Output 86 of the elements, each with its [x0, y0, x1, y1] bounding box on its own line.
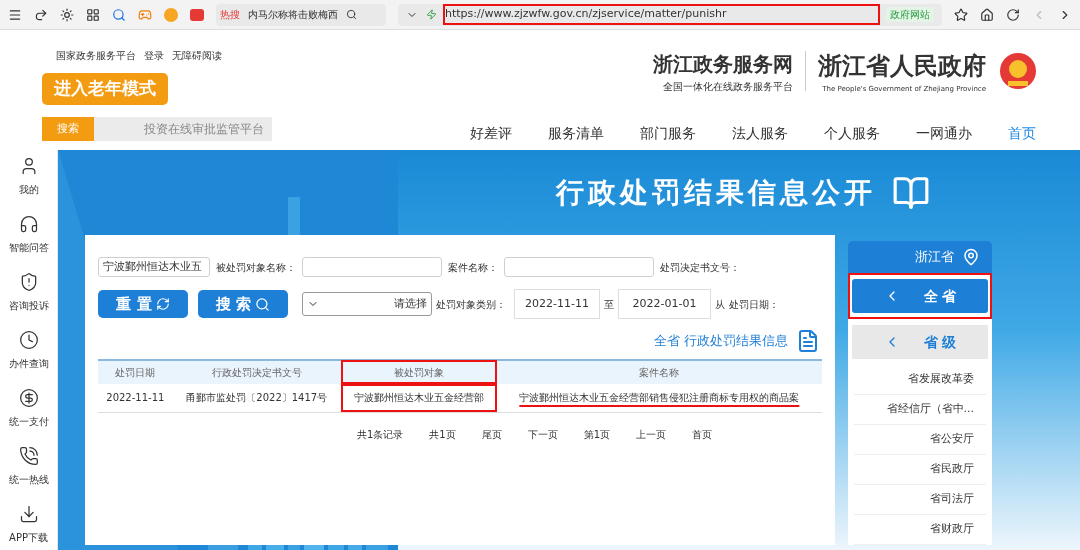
government-name: 浙江省人民政府	[818, 50, 986, 82]
field-label: 处罚决定书文号：	[660, 260, 740, 275]
department-item[interactable]: 省经信厅（省中...	[854, 395, 986, 425]
location-icon	[962, 248, 980, 266]
search-icon	[346, 9, 357, 20]
nav-tab[interactable]: 好差评	[470, 122, 512, 152]
table-cell: 宁波鄞州恒达木业五金经营部销售侵犯注册商标专用权的商品案	[496, 384, 822, 412]
department-item[interactable]: 省民政厅	[854, 455, 986, 485]
refresh-icon	[155, 297, 170, 311]
date-field[interactable]: 2022-01-01	[618, 289, 711, 319]
field-label: 案件名称：	[448, 260, 498, 275]
range-label: 从	[715, 297, 725, 312]
sun-icon[interactable]	[60, 7, 74, 22]
header-link[interactable]: 国家政务服务平台	[56, 48, 136, 63]
column-header: 行政处罚决定书文号	[172, 360, 341, 384]
case-name-field[interactable]	[302, 257, 442, 277]
bolt-icon	[426, 9, 437, 20]
banner-title: 行政处罚结果信息公开	[556, 174, 876, 211]
region-level-tab[interactable]: 全 省	[852, 279, 988, 313]
department-item[interactable]: 省公安厅	[854, 425, 986, 455]
security-badge: 政府网站	[886, 7, 934, 22]
field-label: 被处罚对象名称：	[216, 260, 296, 275]
download-icon[interactable]	[18, 504, 39, 524]
address-bar[interactable]: https://www.zjzwfw.gov.cn/zjservice/matter/punishr 政府网站	[398, 3, 942, 26]
table-cell: 甬鄞市监处罚〔2022〕1417号	[172, 384, 341, 412]
nav-tab[interactable]: 部门服务	[640, 122, 696, 152]
reload-icon[interactable]	[1006, 7, 1020, 22]
emblem-icon	[998, 51, 1038, 92]
platform-search-field[interactable]: 投资在线审批监管平台	[94, 117, 272, 141]
clock-icon[interactable]	[18, 330, 39, 350]
site-name: 浙江政务服务网	[653, 50, 793, 78]
phone-icon[interactable]	[18, 446, 39, 466]
select-value: 请选择	[394, 295, 427, 312]
department-item[interactable]: 省财政厅	[854, 515, 986, 545]
side-toolbar-label[interactable]: 我的	[18, 182, 39, 197]
side-toolbar-label[interactable]: APP下载	[9, 530, 48, 545]
results-title: 全省 行政处罚结果信息	[653, 332, 788, 351]
side-toolbar-label[interactable]: 统一热线	[8, 472, 49, 487]
nav-tab[interactable]: 个人服务	[824, 122, 880, 152]
column-header: 案件名称	[496, 360, 822, 384]
url-text: https://www.zjzwfw.gov.cn/zjservice/matter/punishr	[445, 6, 878, 23]
header-link[interactable]: 无障碍阅读	[172, 48, 222, 63]
headset-icon[interactable]	[18, 214, 39, 234]
side-toolbar-label[interactable]: 智能问答	[8, 240, 49, 255]
date-field[interactable]: 2022-11-11	[514, 289, 600, 319]
redo-icon[interactable]	[34, 7, 48, 22]
field-label: 处罚对象类别：	[436, 297, 506, 312]
reset-button[interactable]: 重 置	[98, 290, 188, 318]
pagination-item[interactable]: 首页	[692, 426, 712, 442]
pagination-item[interactable]: 下一页	[527, 426, 558, 442]
table-cell: 2022-11-11	[98, 384, 173, 412]
side-toolbar-label[interactable]: 办件查询	[8, 356, 49, 371]
category-select[interactable]: 请选择	[302, 292, 432, 316]
column-header: 处罚日期	[98, 360, 173, 384]
header-link[interactable]: 登录	[144, 48, 164, 63]
pagination-item[interactable]: 第1页	[583, 426, 610, 442]
department-item[interactable]: 省发展改革委	[854, 365, 986, 395]
home-icon[interactable]	[980, 7, 994, 22]
search-icon	[255, 296, 271, 312]
list-icon	[796, 329, 820, 353]
region-title: 浙江省	[915, 248, 954, 267]
field-label: 处罚日期：	[729, 297, 779, 312]
site-tagline: 全国一体化在线政务服务平台	[663, 79, 793, 94]
table-cell: 宁波鄞州恒达木业五金经营部	[340, 384, 497, 412]
column-header: 被处罚对象	[340, 360, 497, 384]
side-toolbar-label[interactable]: 咨询投诉	[8, 298, 49, 313]
bookmark-icon[interactable]	[954, 7, 968, 22]
range-label: 至	[604, 297, 614, 312]
pagination-item[interactable]: 共1页	[429, 426, 456, 442]
nav-tab[interactable]: 服务清单	[548, 122, 604, 152]
pagination-item[interactable]: 上一页	[636, 426, 666, 442]
search-button[interactable]: 搜 索	[198, 290, 288, 318]
grid-icon[interactable]	[86, 7, 100, 22]
nav-tab[interactable]: 法人服务	[732, 122, 788, 152]
side-toolbar-label[interactable]: 统一支付	[8, 414, 49, 429]
search-query: 内马尔称将击败梅西	[248, 8, 338, 22]
search-field[interactable]: 热搜 内马尔称将击败梅西	[216, 3, 386, 26]
menu-icon[interactable]	[8, 7, 22, 22]
document-number-field[interactable]	[504, 257, 654, 277]
hot-search-label: 热搜	[220, 8, 240, 22]
department-item[interactable]: 省司法厅	[854, 485, 986, 515]
target-name-field[interactable]: 宁波鄞州恒达木业五	[98, 257, 210, 277]
nav-tab[interactable]: 一网通办	[916, 122, 972, 152]
pagination-item[interactable]: 尾页	[481, 426, 502, 442]
pagination-item[interactable]: 共1条记录	[356, 426, 404, 442]
search-icon[interactable]	[112, 7, 126, 22]
